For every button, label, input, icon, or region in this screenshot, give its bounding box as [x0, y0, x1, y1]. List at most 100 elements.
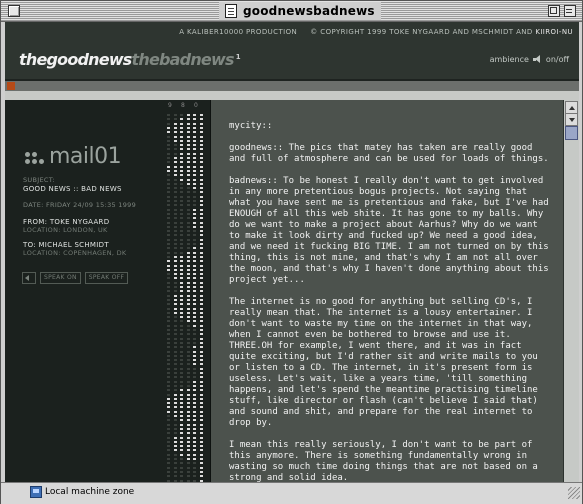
visualizer-dot	[199, 440, 203, 443]
visualizer-dot	[173, 402, 177, 405]
visualizer-dot	[180, 303, 183, 306]
visualizer-dot	[180, 225, 183, 228]
visualizer-dot	[193, 367, 196, 370]
visualizer-dot	[180, 126, 183, 129]
visualizer-dot	[193, 118, 196, 121]
visualizer-dot	[173, 208, 177, 211]
visualizer-dot	[167, 273, 170, 276]
visualizer-dot	[199, 341, 203, 344]
visualizer-dot	[199, 384, 203, 387]
visualizer-dot	[167, 122, 170, 125]
visualizer-dot	[193, 212, 196, 215]
visualizer-dot	[180, 397, 183, 400]
visualizer-dot	[180, 139, 183, 142]
visualizer-dot	[180, 367, 183, 370]
visualizer-dot	[186, 139, 190, 142]
visualizer-dot	[199, 453, 203, 456]
visualizer-dot	[199, 329, 203, 331]
visualizer-dot	[167, 419, 170, 422]
visualizer-dot	[186, 243, 190, 245]
status-bar: Local machine zone	[1, 482, 582, 504]
credits-kiiroi: KIIROI-NU	[535, 28, 573, 36]
visualizer-dot	[167, 316, 170, 319]
visualizer-dot	[199, 419, 203, 422]
ambience-control[interactable]: ambience on/off	[490, 55, 569, 64]
visualizer-dot	[193, 238, 196, 241]
visualizer-dot	[167, 221, 170, 224]
visualizer-dot	[193, 169, 196, 172]
visualizer-dot	[193, 191, 196, 194]
visualizer-dot	[186, 294, 190, 297]
visualizer-dot	[199, 307, 203, 310]
visualizer-dot	[186, 135, 190, 138]
visualizer-dot	[193, 440, 196, 443]
visualizer-dot	[199, 363, 203, 366]
visualizer-dot	[193, 139, 196, 142]
visualizer-dot	[193, 475, 196, 478]
visualizer-dot	[180, 204, 183, 207]
visualizer-dot	[180, 333, 183, 336]
visualizer-dot	[199, 148, 203, 151]
speak-off-button[interactable]: SPEAK OFF	[84, 272, 129, 284]
credits-production: A KALIBER10000 PRODUCTION	[179, 28, 298, 36]
speak-on-button[interactable]: SPEAK ON	[40, 272, 81, 284]
visualizer-dot	[173, 363, 177, 366]
visualizer-dot	[193, 268, 196, 271]
visualizer-dot	[167, 406, 170, 409]
browser-window: goodnewsbadnews A KALIBER10000 PRODUCTIO…	[0, 0, 583, 504]
visualizer-dot	[173, 277, 177, 280]
visualizer-dot	[173, 329, 177, 331]
visualizer-dot	[199, 243, 203, 245]
message-panel[interactable]: mycity:: goodnews:: The pics that matey …	[211, 100, 563, 482]
visualizer-dot	[173, 415, 177, 417]
visualizer-dot	[180, 230, 183, 233]
mail-title: mail01	[49, 144, 122, 169]
visualizer-dot	[167, 427, 170, 430]
visualizer-dot	[167, 126, 170, 129]
site-logo[interactable]: thegoodnewsthebadnews 1	[19, 50, 241, 69]
credits-copyright: © COPYRIGHT 1999 TOKE NYGAARD AND MSCHMI…	[310, 28, 533, 36]
logo-bad: thebadnews	[131, 50, 235, 69]
visualizer-dot	[173, 286, 177, 288]
visualizer-dot	[173, 152, 177, 155]
title-bar[interactable]: goodnewsbadnews	[1, 1, 582, 22]
visualizer-dot	[173, 169, 177, 172]
zoom-box-button[interactable]	[548, 5, 560, 17]
visualizer-dot	[173, 234, 177, 237]
visualizer-dot	[180, 402, 183, 405]
page-content: A KALIBER10000 PRODUCTION © COPYRIGHT 19…	[5, 22, 579, 482]
visualizer-dot	[167, 320, 170, 323]
visualizer-dot	[180, 432, 183, 435]
window-title: goodnewsbadnews	[219, 2, 381, 20]
close-box-button[interactable]	[8, 5, 20, 17]
visualizer-dot	[167, 359, 170, 362]
visualizer-dot	[173, 470, 177, 473]
visualizer-dot	[199, 187, 203, 190]
visualizer-dot	[180, 277, 183, 280]
visualizer-dot	[186, 200, 190, 202]
visualizer-dot	[186, 273, 190, 276]
visualizer-dot	[173, 427, 177, 430]
scroll-thumb[interactable]	[565, 126, 578, 140]
ambience-toggle[interactable]: on/off	[546, 55, 569, 64]
visualizer-dot	[167, 333, 170, 336]
visualizer-dot	[193, 466, 196, 469]
visualizer-dot	[173, 290, 177, 293]
collapse-box-button[interactable]	[564, 5, 576, 17]
visualizer-dot	[186, 208, 190, 211]
visualizer-dot	[167, 217, 170, 220]
visualizer-dot	[193, 337, 196, 340]
visualizer-dot	[193, 453, 196, 456]
visualizer-dot	[167, 294, 170, 297]
visualizer-dot	[173, 114, 177, 116]
mail-info-panel: mail01 SUBJECT: GOOD NEWS :: BAD NEWS DA…	[5, 100, 211, 482]
subject-label: SUBJECT:	[23, 176, 55, 184]
visualizer-dot	[199, 286, 203, 288]
scroll-down-button[interactable]	[565, 113, 578, 126]
speaker-toggle-icon[interactable]	[22, 272, 36, 284]
resize-grip[interactable]	[568, 487, 580, 499]
vertical-scrollbar[interactable]	[563, 100, 579, 482]
visualizer-dot	[193, 290, 196, 293]
visualizer-dot	[193, 221, 196, 224]
visualizer-dot	[186, 372, 190, 374]
